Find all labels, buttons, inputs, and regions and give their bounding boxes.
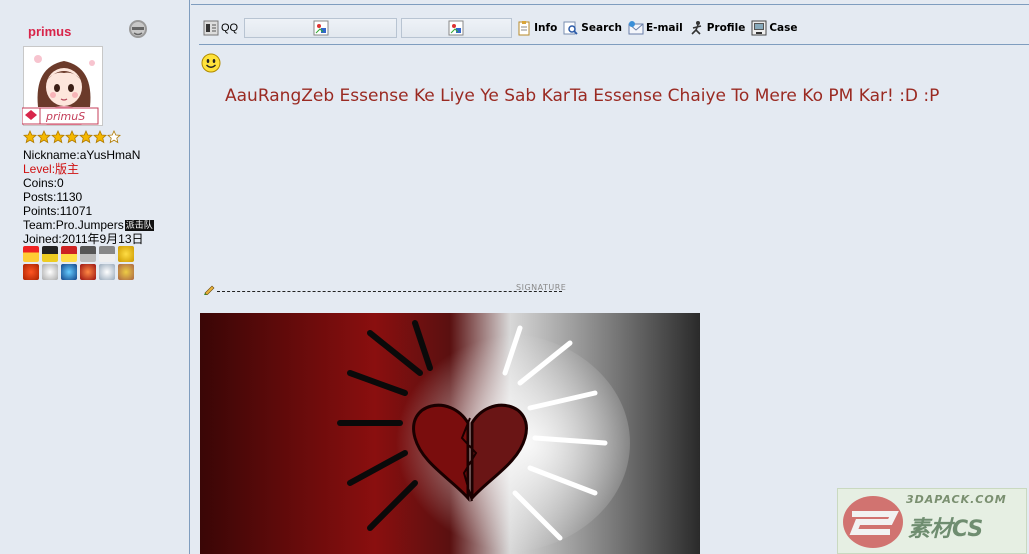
team-value: Pro.Jumpers: [55, 218, 124, 232]
medal-icon[interactable]: [23, 264, 39, 280]
post-toolbar: QQ Info Search E-mail Profile Case: [203, 14, 803, 42]
nickname-label: Nickname:: [23, 148, 80, 162]
qq-icon: [203, 20, 219, 36]
star-filled-icon: [79, 130, 93, 144]
site-watermark: 3DAPACK.COM 素材CS: [837, 488, 1027, 554]
avatar-tag-text: primuS: [45, 110, 85, 123]
points-row: Points:11071: [23, 204, 154, 218]
post-message: AauRangZeb Essense Ke Liye Ye Sab KarTa …: [225, 86, 940, 106]
coins-label: Coins:: [23, 176, 58, 190]
pencil-icon: [204, 285, 215, 295]
joined-value: 2011年9月13日: [61, 232, 144, 246]
medal-icon[interactable]: [99, 264, 115, 280]
top-border: [191, 4, 1029, 5]
nickname-row: Nickname:aYusHmaN: [23, 148, 154, 162]
medal-icon[interactable]: [99, 246, 115, 262]
user-info-panel: primus primuS Nickname:aYusHmaN Level:版主…: [0, 0, 190, 554]
medal-icon[interactable]: [42, 246, 58, 262]
profile-icon: [691, 21, 701, 35]
case-label: Case: [769, 22, 798, 34]
joined-label: Joined:: [23, 232, 62, 246]
clipboard-icon: [518, 21, 530, 36]
coins-row: Coins:0: [23, 176, 154, 190]
medal-icon[interactable]: [118, 264, 134, 280]
medal-icon[interactable]: [42, 264, 58, 280]
watermark-name: 素材CS: [908, 517, 984, 542]
medal-icon[interactable]: [61, 264, 77, 280]
medal-icon[interactable]: [80, 246, 96, 262]
search-button[interactable]: Search: [563, 20, 622, 36]
case-icon: [751, 20, 767, 36]
qq-button[interactable]: QQ: [203, 20, 238, 36]
star-filled-icon: [37, 130, 51, 144]
search-label: Search: [581, 22, 622, 34]
medal-icon[interactable]: [80, 264, 96, 280]
case-button[interactable]: Case: [751, 20, 797, 36]
email-button[interactable]: E-mail: [628, 20, 683, 36]
signature-divider: SIGNATURE: [203, 283, 567, 295]
star-filled-icon: [93, 130, 107, 144]
broken-image-icon: [313, 20, 329, 36]
joined-row: Joined:2011年9月13日: [23, 232, 154, 246]
msn-image-slot[interactable]: [401, 18, 513, 38]
signature-dashed-line: [217, 291, 562, 292]
toolbar-divider: [199, 44, 1029, 45]
offline-status-icon: [129, 20, 147, 38]
star-filled-icon: [23, 130, 37, 144]
nickname-value: aYusHmaN: [79, 148, 141, 162]
qq-image-slot[interactable]: [244, 18, 398, 38]
level-value: 版主: [55, 162, 80, 176]
profile-label: Profile: [706, 22, 746, 34]
level-row: Level:版主: [23, 162, 154, 176]
medal-icon[interactable]: [23, 246, 39, 262]
email-icon: [628, 21, 644, 35]
medal-icon[interactable]: [61, 246, 77, 262]
coins-value: 0: [57, 176, 64, 190]
points-value: 11071: [59, 204, 93, 218]
team-badge: 派击队: [124, 220, 154, 231]
info-button[interactable]: Info: [516, 20, 557, 36]
team-row: Team:Pro.Jumpers 派击队: [23, 218, 154, 232]
star-filled-icon: [65, 130, 79, 144]
team-label: Team:: [23, 218, 56, 232]
search-icon: [563, 21, 578, 35]
signature-label: SIGNATURE: [516, 283, 567, 292]
profile-button[interactable]: Profile: [689, 20, 746, 36]
user-stats: Nickname:aYusHmaN Level:版主 Coins:0 Posts…: [23, 148, 154, 246]
user-tag-banner: primuS: [22, 107, 99, 125]
smiley-icon: [201, 53, 221, 73]
broken-image-icon: [448, 20, 464, 36]
star-filled-icon: [51, 130, 65, 144]
posts-row: Posts:1130: [23, 190, 154, 204]
user-rank-stars: [23, 130, 121, 144]
info-label: Info: [534, 22, 558, 34]
posts-label: Posts:: [23, 190, 57, 204]
username-link[interactable]: primus: [28, 24, 71, 39]
posts-value: 1130: [56, 190, 83, 204]
qq-label: QQ: [221, 22, 239, 34]
broken-heart-artwork: [200, 313, 700, 554]
star-empty-icon: [107, 130, 121, 144]
points-label: Points:: [23, 204, 60, 218]
watermark-url: 3DAPACK.COM: [906, 493, 1007, 506]
level-label: Level:: [23, 162, 56, 176]
medal-icon[interactable]: [118, 246, 134, 262]
email-label: E-mail: [645, 22, 683, 34]
signature-image: [200, 313, 700, 554]
post-content-area: QQ Info Search E-mail Profile Case AauRa…: [191, 0, 1029, 554]
medal-list: [23, 246, 148, 280]
watermark-logo-icon: [843, 496, 903, 548]
